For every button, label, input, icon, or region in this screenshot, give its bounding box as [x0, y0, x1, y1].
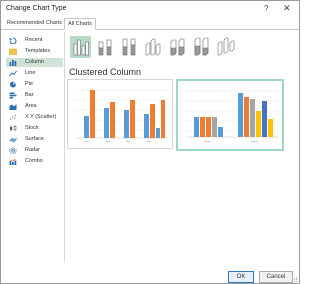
sidebar-item-label: Radar: [25, 147, 40, 153]
combo-chart-icon: [9, 158, 17, 165]
column-chart-icon: [9, 60, 17, 66]
sidebar-item-surface[interactable]: Surface: [6, 135, 63, 144]
line-chart-icon: [9, 70, 17, 77]
sidebar-item-templates[interactable]: Templates: [6, 47, 63, 56]
chart-subtype-heading: Clustered Column: [69, 67, 142, 77]
subtype-3d-100-stacked-column[interactable]: [191, 36, 212, 58]
stock-chart-icon: [10, 125, 17, 132]
sidebar-item-label: Combo: [25, 158, 43, 164]
sidebar-item-recent[interactable]: Recent: [6, 36, 63, 45]
chart-preview-option-1[interactable]: [67, 79, 173, 149]
dialog-title: Change Chart Type: [6, 5, 67, 12]
3d-clustered-column-icon: [145, 38, 161, 56]
sidebar-item-label: Recent: [25, 37, 43, 43]
sidebar-item-label: Area: [25, 103, 37, 109]
radar-chart-icon: [9, 147, 17, 154]
change-chart-type-dialog: Change Chart Type ? ✕ Recommended Charts…: [0, 0, 300, 284]
bar-chart-icon: [9, 92, 17, 99]
subtype-3d-column[interactable]: [215, 36, 236, 58]
chart-subtype-gallery: [67, 34, 247, 62]
sidebar-item-label: Column: [25, 59, 44, 65]
preview-chart-1: [76, 89, 168, 142]
sidebar-item-combo[interactable]: Combo: [6, 157, 63, 166]
cancel-button[interactable]: Cancel: [259, 271, 293, 283]
sidebar-item-label: Pie: [25, 81, 33, 87]
sidebar-item-label: Line: [25, 70, 36, 76]
stacked-column-icon: [98, 39, 112, 56]
sidebar-item-area[interactable]: Area: [6, 102, 63, 111]
close-icon[interactable]: ✕: [283, 3, 291, 14]
sidebar-item-label: X Y (Scatter): [25, 114, 57, 120]
sidebar-item-stock[interactable]: Stock: [6, 124, 63, 133]
surface-chart-icon: [9, 137, 17, 143]
pie-chart-icon: [10, 81, 16, 88]
ok-button[interactable]: OK: [228, 271, 254, 283]
subtype-100-stacked-column[interactable]: [119, 36, 140, 58]
sidebar-item-label: Surface: [25, 136, 44, 142]
3d-stacked-column-icon: [170, 38, 185, 56]
resize-grip-icon[interactable]: [291, 277, 298, 283]
sidebar-item-pie[interactable]: Pie: [6, 80, 63, 89]
recent-icon: [9, 37, 17, 44]
help-icon[interactable]: ?: [264, 4, 268, 13]
area-chart-icon: [9, 104, 17, 110]
title-bar: Change Chart Type ? ✕: [1, 1, 299, 17]
sidebar-item-bar[interactable]: Bar: [6, 91, 63, 100]
clustered-column-icon: [73, 39, 89, 56]
subtype-3d-stacked-column[interactable]: [167, 36, 188, 58]
sidebar-item-column[interactable]: Column: [6, 58, 63, 67]
sidebar-item-radar[interactable]: Radar: [6, 146, 63, 155]
subtype-3d-clustered-column[interactable]: [143, 36, 164, 58]
templates-icon: [9, 48, 17, 55]
sidebar-item-scatter[interactable]: X Y (Scatter): [6, 113, 63, 122]
tab-all-charts[interactable]: All Charts: [64, 18, 96, 30]
sidebar-item-label: Bar: [25, 92, 34, 98]
subtype-stacked-column[interactable]: [95, 36, 116, 58]
scatter-chart-icon: [9, 114, 17, 120]
subtype-clustered-column[interactable]: [70, 36, 91, 58]
sidebar-item-label: Stock: [25, 125, 39, 131]
tab-strip: Recommended Charts All Charts: [1, 18, 299, 30]
preview-chart-2: [186, 90, 278, 142]
chart-category-list: Recent Templates Column Line Pie Bar Are…: [6, 32, 65, 262]
tab-recommended-charts[interactable]: Recommended Charts: [4, 18, 65, 28]
3d-column-icon: [217, 37, 235, 56]
sidebar-item-line[interactable]: Line: [6, 69, 63, 78]
chart-preview-option-2[interactable]: [176, 79, 284, 151]
3d-100-stacked-column-icon: [194, 37, 209, 56]
sidebar-item-label: Templates: [25, 48, 51, 54]
100-stacked-column-icon: [122, 38, 136, 56]
